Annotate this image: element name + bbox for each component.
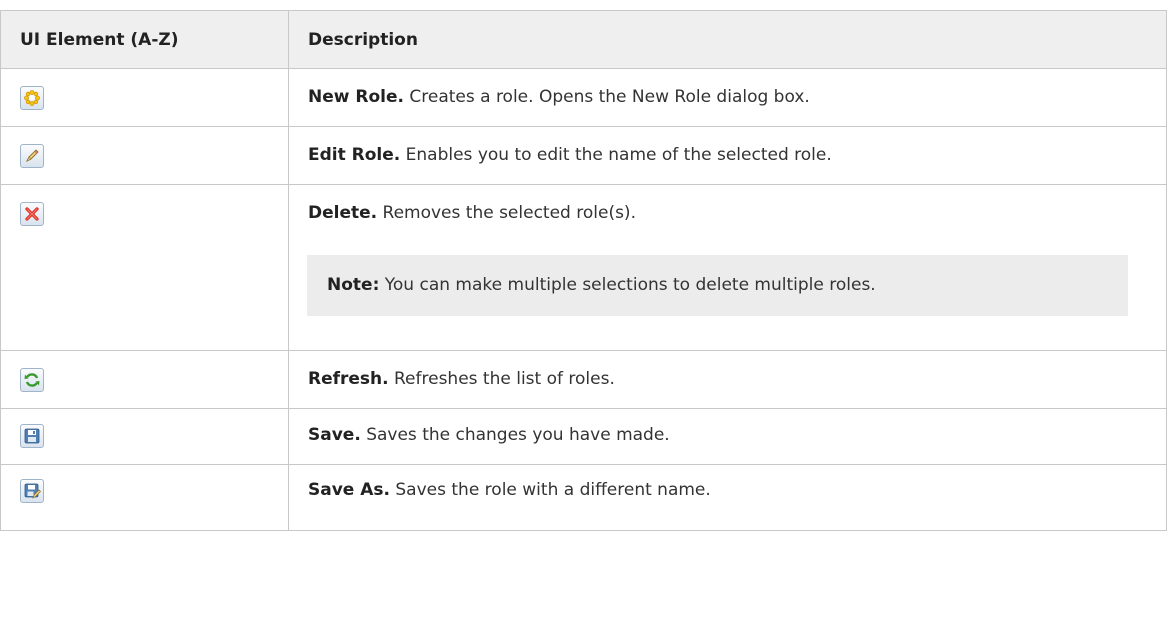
icon-cell (0, 126, 289, 185)
description-text: Saves the changes you have made. (360, 425, 670, 445)
description-cell: Edit Role. Enables you to edit the name … (288, 126, 1167, 185)
description-text: Enables you to edit the name of the sele… (400, 145, 832, 165)
description-text: Creates a role. Opens the New Role dialo… (403, 87, 810, 107)
table-header-row: UI Element (A-Z) Description (0, 10, 1167, 69)
table-row: New Role. Creates a role. Opens the New … (0, 68, 1167, 127)
icon-cell (0, 68, 289, 127)
term-label: Delete. (308, 203, 378, 223)
column-header-ui-element: UI Element (A-Z) (0, 10, 289, 69)
description-cell: Save. Saves the changes you have made. (288, 408, 1167, 465)
edit-role-icon (20, 144, 44, 168)
column-header-description: Description (288, 10, 1167, 69)
icon-cell (0, 408, 289, 465)
delete-icon (20, 202, 44, 226)
description-cell: Save As. Saves the role with a different… (288, 464, 1167, 531)
term-label: New Role. (308, 87, 404, 107)
table-row: Save As. Saves the role with a different… (0, 464, 1167, 531)
table-row: Edit Role. Enables you to edit the name … (0, 126, 1167, 185)
description-text: Saves the role with a different name. (389, 480, 711, 500)
description-cell: Refresh. Refreshes the list of roles. (288, 350, 1167, 409)
save-as-icon (20, 479, 44, 503)
table-row: Refresh. Refreshes the list of roles. (0, 350, 1167, 409)
description-text: Removes the selected role(s). (377, 203, 636, 223)
ui-elements-table: UI Element (A-Z) Description New Role. C… (0, 10, 1167, 531)
note-text: You can make multiple selections to dele… (379, 275, 876, 295)
term-label: Edit Role. (308, 145, 401, 165)
note-box: Note: You can make multiple selections t… (307, 255, 1128, 316)
note-label: Note: (327, 275, 380, 295)
icon-cell (0, 464, 289, 531)
term-label: Save As. (308, 480, 390, 500)
description-cell: Delete. Removes the selected role(s). No… (288, 184, 1167, 351)
refresh-icon (20, 368, 44, 392)
table-row: Delete. Removes the selected role(s). No… (0, 184, 1167, 351)
description-cell: New Role. Creates a role. Opens the New … (288, 68, 1167, 127)
icon-cell (0, 184, 289, 351)
description-text: Refreshes the list of roles. (388, 369, 615, 389)
term-label: Refresh. (308, 369, 389, 389)
new-role-icon (20, 86, 44, 110)
term-label: Save. (308, 425, 361, 445)
save-icon (20, 424, 44, 448)
icon-cell (0, 350, 289, 409)
table-row: Save. Saves the changes you have made. (0, 408, 1167, 465)
